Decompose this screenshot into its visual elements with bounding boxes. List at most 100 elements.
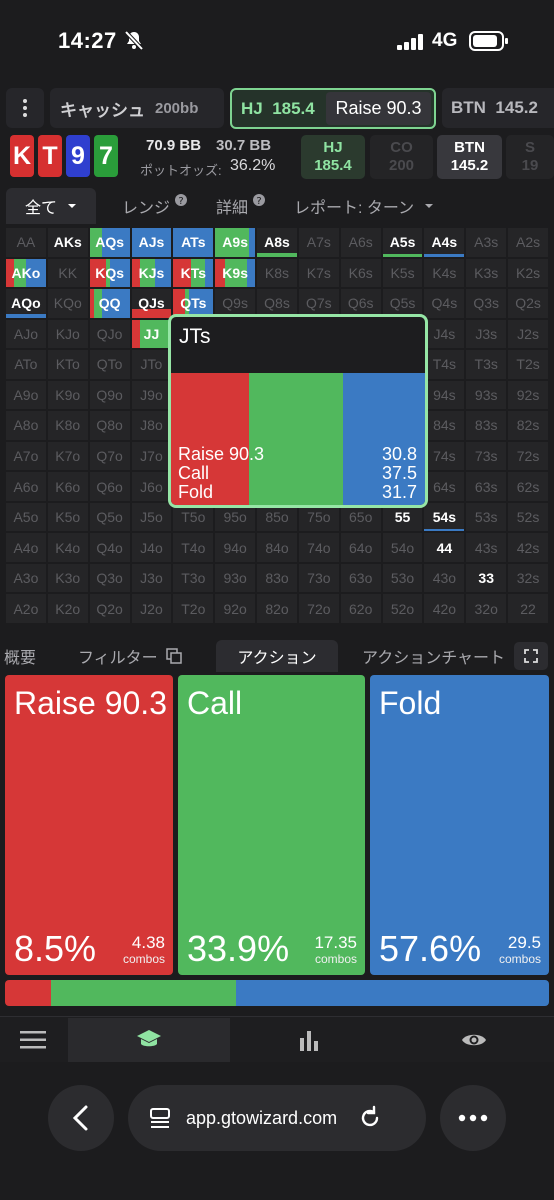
back-arrow-icon[interactable]	[48, 1085, 114, 1151]
hand-cell[interactable]: Q5o	[89, 502, 130, 532]
hand-cell[interactable]: K5o	[47, 502, 88, 532]
hand-cell[interactable]: QTo	[89, 350, 130, 379]
hand-cell[interactable]: K2s	[508, 258, 548, 288]
position-hj[interactable]: HJ 185.4	[301, 135, 365, 179]
hand-cell[interactable]: A4o	[6, 533, 46, 562]
hand-cell[interactable]: Q6o	[89, 472, 130, 501]
hand-cell[interactable]: AQo	[6, 289, 46, 318]
hand-cell[interactable]: 22	[508, 594, 548, 623]
action-panel-fold[interactable]: Fold 57.6% 29.5 combos	[370, 675, 549, 975]
hand-cell[interactable]: T3o	[173, 563, 214, 593]
hand-cell[interactable]: 33	[466, 563, 507, 593]
hand-cell[interactable]: 54s	[424, 502, 465, 532]
tab-range[interactable]: レンジ ?	[122, 188, 188, 224]
hand-cell[interactable]: 94o	[215, 533, 256, 562]
menu-icon[interactable]	[20, 1030, 48, 1055]
hand-cell[interactable]: A9o	[6, 380, 46, 410]
hand-cell[interactable]: QJs	[131, 289, 172, 318]
hand-cell[interactable]: KQs	[89, 258, 130, 288]
hand-cell[interactable]: A9s	[215, 228, 256, 257]
hand-cell[interactable]: 53s	[466, 502, 507, 532]
hand-cell[interactable]: 44	[424, 533, 465, 562]
hand-cell[interactable]: 32s	[508, 563, 548, 593]
hand-cell[interactable]: 72o	[298, 594, 339, 623]
hand-cell[interactable]: AKs	[47, 228, 88, 257]
hand-cell[interactable]: A7s	[298, 228, 339, 257]
hand-cell[interactable]: Q7o	[89, 441, 130, 471]
address-bar[interactable]: app.gtowizard.com	[128, 1085, 426, 1151]
hand-cell[interactable]: J2o	[131, 594, 172, 623]
hand-cell[interactable]: 42o	[424, 594, 465, 623]
hand-cell[interactable]: Q4o	[89, 533, 130, 562]
hand-cell[interactable]: 64s	[424, 472, 465, 501]
learn-cap-icon[interactable]	[136, 1028, 162, 1055]
hand-cell[interactable]: K9o	[47, 380, 88, 410]
hand-cell[interactable]: K5s	[382, 258, 423, 288]
hand-cell[interactable]: T2o	[173, 594, 214, 623]
hand-cell[interactable]: 84s	[424, 411, 465, 440]
hand-cell[interactable]: K4s	[424, 258, 465, 288]
hand-cell[interactable]: A3s	[466, 228, 507, 257]
hand-cell[interactable]: Q3o	[89, 563, 130, 593]
hand-cell[interactable]: ATs	[173, 228, 214, 257]
hand-cell[interactable]: 43o	[424, 563, 465, 593]
more-vert-icon[interactable]	[6, 88, 44, 128]
hand-cell[interactable]: AA	[6, 228, 46, 257]
eye-icon[interactable]	[460, 1030, 488, 1055]
hand-cell[interactable]: 52o	[382, 594, 423, 623]
hand-cell[interactable]: K6s	[340, 258, 381, 288]
bar-chart-icon[interactable]	[298, 1028, 322, 1057]
hand-cell[interactable]: 82s	[508, 411, 548, 440]
hand-cell[interactable]: QJo	[89, 319, 130, 349]
hand-cell[interactable]: J5o	[131, 502, 172, 532]
hand-cell[interactable]: KJs	[131, 258, 172, 288]
hand-cell[interactable]: 63s	[466, 472, 507, 501]
hand-cell[interactable]: 74s	[424, 441, 465, 471]
tab-summary[interactable]: 概要	[4, 640, 36, 672]
hand-cell[interactable]: ATo	[6, 350, 46, 379]
hand-cell[interactable]: 62s	[508, 472, 548, 501]
hand-cell[interactable]: AJs	[131, 228, 172, 257]
board-cards[interactable]: KT97	[10, 135, 118, 177]
hand-cell[interactable]: J9o	[131, 380, 172, 410]
hand-cell[interactable]: A8o	[6, 411, 46, 440]
hand-cell[interactable]: Q2s	[508, 289, 548, 318]
hand-cell[interactable]: A2s	[508, 228, 548, 257]
hand-cell[interactable]: 73s	[466, 441, 507, 471]
hand-cell[interactable]: 63o	[340, 563, 381, 593]
hand-cell[interactable]: K4o	[47, 533, 88, 562]
hand-cell[interactable]: 62o	[340, 594, 381, 623]
hand-cell[interactable]: T4o	[173, 533, 214, 562]
reload-icon[interactable]	[357, 1105, 383, 1131]
hand-cell[interactable]: K7o	[47, 441, 88, 471]
hand-cell[interactable]: 73o	[298, 563, 339, 593]
hand-cell[interactable]: Q4s	[424, 289, 465, 318]
hand-cell[interactable]: KQo	[47, 289, 88, 318]
hand-cell[interactable]: J4s	[424, 319, 465, 349]
tab-action-chart[interactable]: アクションチャート	[362, 640, 505, 672]
hand-cell[interactable]: 54o	[382, 533, 423, 562]
hand-cell[interactable]: 52s	[508, 502, 548, 532]
hand-cell[interactable]: 84o	[257, 533, 297, 562]
position-co[interactable]: CO 200	[370, 135, 433, 179]
hand-cell[interactable]: A5o	[6, 502, 46, 532]
hand-cell[interactable]: Q8o	[89, 411, 130, 440]
hand-cell[interactable]: K3s	[466, 258, 507, 288]
hand-cell[interactable]: 83o	[257, 563, 297, 593]
hand-cell[interactable]: K2o	[47, 594, 88, 623]
hand-cell[interactable]: JJ	[131, 319, 172, 349]
action-raise-label[interactable]: Raise 90.3	[326, 92, 431, 125]
hand-cell[interactable]: 93o	[215, 563, 256, 593]
tab-action[interactable]: アクション	[216, 640, 338, 672]
hand-cell[interactable]: A2o	[6, 594, 46, 623]
next-position-node[interactable]: BTN 145.2	[442, 88, 554, 128]
hand-cell[interactable]: 72s	[508, 441, 548, 471]
hand-cell[interactable]: J2s	[508, 319, 548, 349]
hand-cell[interactable]: T2s	[508, 350, 548, 379]
tab-filter[interactable]: フィルター	[78, 640, 182, 672]
hand-cell[interactable]: 42s	[508, 533, 548, 562]
hand-cell[interactable]: J8o	[131, 411, 172, 440]
hand-cell[interactable]: Q2o	[89, 594, 130, 623]
hand-cell[interactable]: 64o	[340, 533, 381, 562]
hand-cell[interactable]: J4o	[131, 533, 172, 562]
